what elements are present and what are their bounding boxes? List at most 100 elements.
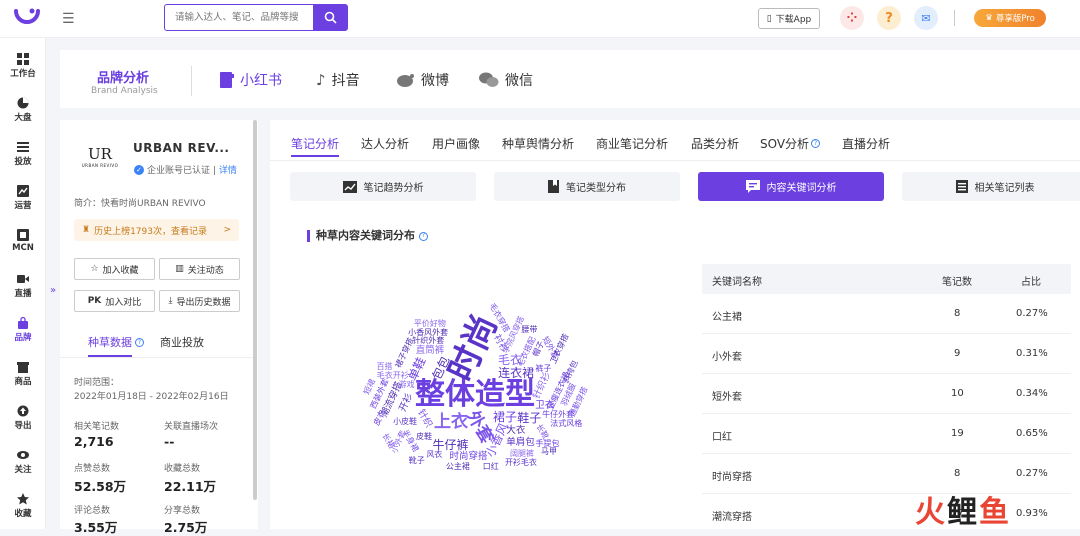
crown-icon: ♛ [985, 13, 993, 23]
keyword-word[interactable]: 长靴 [535, 422, 551, 440]
keyword-word[interactable]: 法式风格 [550, 419, 582, 428]
keyword-word-cloud: 整体造型 时尚 外套 上衣 包包 裙子 连衣裙 小香风 毛衣 牛仔裤 单鞋 鞋子 针织 针织衫 大衣 卫衣 开衫… [300, 262, 690, 529]
keyword-word[interactable]: 马甲 [541, 448, 557, 456]
keyword-word[interactable]: 针织外套 [412, 337, 444, 345]
list-table-icon [955, 180, 968, 193]
tab-live-analysis[interactable]: 直播分析 [842, 135, 890, 152]
keyword-word[interactable]: 连衣裙 [498, 367, 534, 379]
mail-icon[interactable]: ✉ [914, 6, 938, 30]
export-history-button[interactable]: ⤓ 导出历史数据 [159, 290, 240, 312]
sidebar-item-workbench[interactable]: 工作台 [0, 53, 46, 79]
ratio-cell: 0.65% [1016, 428, 1048, 439]
download-app-button[interactable]: ▯ 下载App [758, 8, 820, 29]
keyword-word[interactable]: 风衣 [426, 451, 442, 459]
scrollbar[interactable] [253, 120, 257, 500]
keyword-word[interactable]: 腰带 [521, 326, 537, 334]
keyword-word[interactable]: 小香风外套 [408, 328, 448, 337]
keyword-word[interactable]: 皮衣 [372, 409, 387, 427]
tab-user-profile[interactable]: 用户画像 [432, 135, 480, 152]
verified-icon: ✓ [134, 164, 144, 175]
search-input[interactable] [165, 5, 313, 30]
tab-influencer-analysis[interactable]: 达人分析 [361, 135, 409, 152]
sidebar-item-operation[interactable]: 运营 [0, 185, 46, 211]
compare-icon: PK [87, 296, 102, 306]
video-icon [17, 275, 29, 283]
add-favorite-button[interactable]: ☆ 加入收藏 [74, 258, 155, 280]
douyin-icon: ♪ [316, 71, 326, 89]
keyword-word[interactable]: 斜挎包 [561, 359, 579, 385]
sidebar-item-favorite[interactable]: 收藏 [0, 493, 46, 519]
metric-value: 22.11万 [164, 479, 217, 494]
keyword-word[interactable]: 百搭 [376, 363, 392, 371]
sidebar-item-live[interactable]: 直播 [0, 273, 46, 299]
keyword-word[interactable]: 小皮鞋 [393, 417, 417, 426]
tab-business-note-analysis[interactable]: 商业笔记分析 [596, 135, 668, 152]
keyword-word[interactable]: 皮鞋 [416, 433, 432, 441]
keyword-word[interactable]: 大衣 [506, 426, 525, 436]
keyword-word[interactable]: 鞋子 [517, 412, 541, 424]
subtab-keyword-analysis[interactable]: 内容关键词分析 [698, 172, 884, 201]
trend-chart-icon [342, 180, 357, 193]
keyword-word[interactable]: 开衫 [397, 392, 415, 414]
tab-category-analysis[interactable]: 品类分析 [691, 135, 739, 152]
keyword-word[interactable]: 针织衫 [531, 371, 553, 401]
keyword-word[interactable]: 开衫毛衣 [505, 458, 537, 467]
platform-tab-weibo[interactable]: 微博 [397, 70, 449, 90]
platform-tab-wechat[interactable]: 微信 [479, 70, 533, 90]
apps-icon[interactable]: ⁘ [840, 6, 864, 30]
history-rank-banner[interactable]: ♜ 历史上榜1793次，查看记录 > [74, 219, 239, 241]
keyword-word[interactable]: 上衣 [434, 413, 468, 431]
tab-sentiment-analysis[interactable]: 种草舆情分析 [502, 135, 574, 152]
keyword-word[interactable]: 单肩包 [506, 438, 535, 448]
verify-status: ✓ 企业账号已认证 | 详情 [134, 163, 237, 176]
subtab-note-type[interactable]: 笔记类型分布 [494, 172, 680, 201]
ratio-cell: 0.31% [1016, 348, 1048, 359]
section-title: 种草内容关键词分布 ? [307, 230, 428, 242]
keyword-word[interactable]: 平价好物 [414, 320, 446, 328]
sidebar-item-brand[interactable]: 品牌 [0, 317, 46, 343]
page-subtitle: Brand Analysis [91, 86, 158, 96]
help-icon[interactable]: ? [877, 6, 901, 30]
tab-note-analysis[interactable]: 笔记分析 [291, 135, 339, 152]
keyword-word[interactable]: 裤子 [535, 364, 551, 373]
brand-header [60, 50, 1080, 108]
menu-toggle-icon[interactable]: ☰ [62, 11, 75, 27]
tab-business-ads[interactable]: 商业投放 [160, 334, 204, 350]
sidebar-item-mcn[interactable]: MCN [0, 229, 46, 253]
sidebar-item-follow[interactable]: 关注 [0, 449, 46, 475]
keyword-word[interactable]: 公主裙 [446, 462, 470, 471]
grid-icon [17, 53, 29, 65]
keyword-word[interactable]: 游戏 [399, 380, 415, 389]
verify-detail-link[interactable]: 详情 [219, 163, 237, 176]
active-tab-indicator [291, 155, 339, 157]
platform-tab-douyin[interactable]: ♪ 抖音 [316, 70, 360, 90]
keyword-word[interactable]: 时尚穿搭 [449, 452, 487, 462]
tab-seeding-data[interactable]: 种草数据? [88, 334, 144, 350]
sidebar-item-ads[interactable]: 投放 [0, 141, 46, 167]
download-icon: ⤓ [168, 296, 173, 306]
count-cell: 19 [951, 428, 964, 439]
sidebar: 工作台 大盘 投放 运营 MCN 直播 品牌 商品 导出 关注 收藏 [0, 38, 46, 529]
subtab-note-trend[interactable]: 笔记趋势分析 [290, 172, 476, 201]
keyword-word[interactable]: 牛仔裤 [432, 439, 468, 451]
keyword-word[interactable]: 口红 [483, 462, 499, 471]
platform-tab-xiaohongshu[interactable]: 小红书 [220, 70, 282, 90]
keyword-word[interactable]: 直筒裤 [416, 345, 445, 356]
tab-sov-analysis[interactable]: SOV分析? [760, 135, 821, 152]
sidebar-item-product[interactable]: 商品 [0, 361, 46, 387]
keyword-word[interactable]: 靴子 [409, 456, 425, 465]
follow-updates-button[interactable]: ▥ 关注动态 [159, 258, 240, 280]
add-compare-button[interactable]: PK 加入对比 [74, 290, 155, 312]
collapse-panel-icon[interactable]: » [50, 285, 56, 296]
keyword-word[interactable]: 时尚 [441, 309, 506, 388]
sidebar-item-export[interactable]: 导出 [0, 405, 46, 431]
subtab-note-list[interactable]: 相关笔记列表 [902, 172, 1080, 201]
pro-upgrade-button[interactable]: ♛ 尊享版Pro [974, 9, 1046, 27]
keyword-cell: 时尚穿搭 [712, 472, 752, 483]
count-cell: 9 [954, 348, 961, 359]
box-icon [17, 362, 29, 373]
watermark-logo: 火鲤鱼 [915, 495, 1011, 530]
app-logo[interactable] [12, 5, 42, 31]
search-button[interactable] [313, 5, 347, 30]
sidebar-item-market[interactable]: 大盘 [0, 97, 46, 123]
